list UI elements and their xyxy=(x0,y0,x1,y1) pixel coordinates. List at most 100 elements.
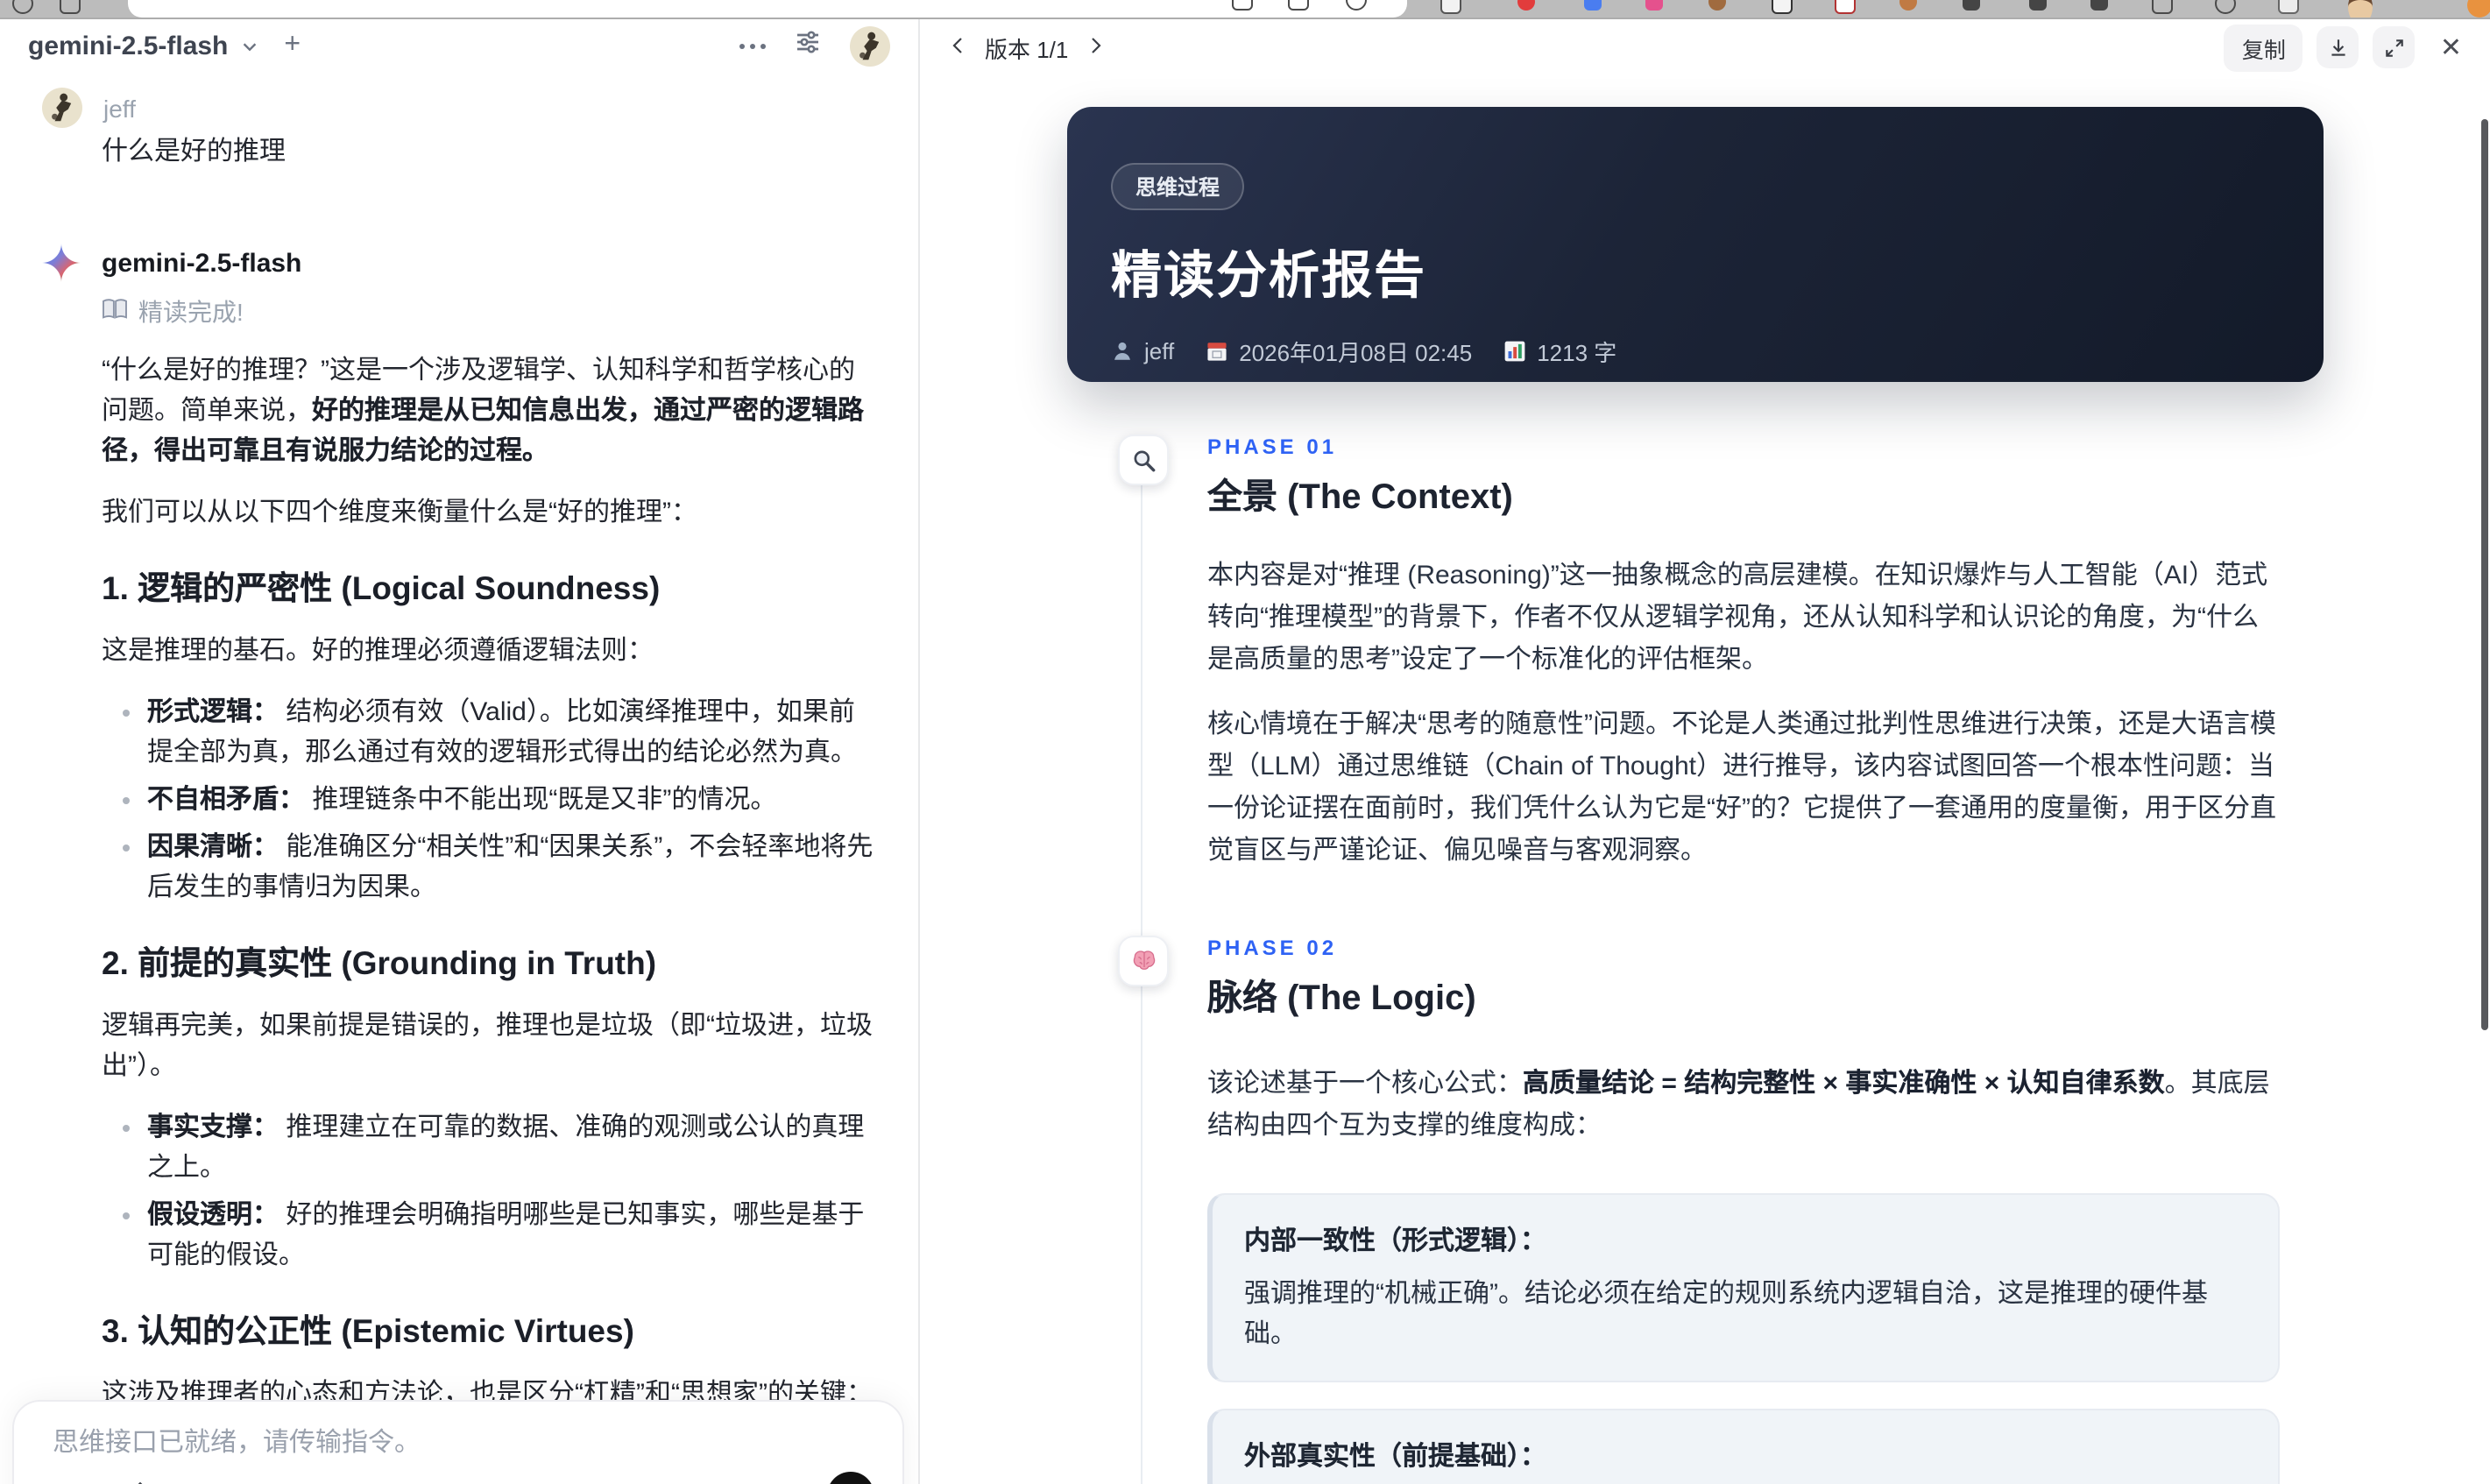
user-avatar[interactable] xyxy=(850,25,890,66)
paragraph: 这是推理的基石。好的推理必须遵循逻辑法则： xyxy=(102,636,654,666)
extension-icon[interactable] xyxy=(1772,0,1793,14)
card-title: 内部一致性（形式逻辑）： xyxy=(1244,1226,1547,1256)
list-item: 假设透明： 好的推理会明确指明哪些是已知事实，哪些是基于可能的假设。 xyxy=(102,1195,878,1276)
bullet-dot xyxy=(123,1125,130,1132)
assistant-status: 精读完成! xyxy=(102,294,918,329)
browser-profile-avatar[interactable] xyxy=(2348,0,2373,18)
app-window: gemini-2.5-flash + jeff 什么是好的推理 gemini-2… xyxy=(0,18,2490,1484)
extension-icon[interactable] xyxy=(2090,0,2108,11)
addressbar-bookmark-icon[interactable] xyxy=(1232,0,1253,11)
more-options-icon[interactable] xyxy=(739,43,766,48)
extension-icon[interactable] xyxy=(1645,0,1663,11)
report-meta: jeff 2026年01月08日 02:45 1213 字 xyxy=(1111,335,2280,368)
extension-icon[interactable] xyxy=(2029,0,2047,11)
report-badge: 思维过程 xyxy=(1111,163,1245,210)
phase-title: 全景 (The Context) xyxy=(1207,478,1513,517)
browser-address-bar[interactable] xyxy=(128,0,1407,18)
chevron-down-icon[interactable] xyxy=(240,36,259,55)
close-icon[interactable]: ✕ xyxy=(2430,32,2472,63)
card-body: 强调推理的“机械正确”。结论必须在给定的规则系统内逻辑自洽，这是推理的硬件基础。 xyxy=(1244,1279,2208,1349)
bullet-dot xyxy=(123,844,130,852)
paragraph: “什么是好的推理？”这是一个涉及逻辑学、认知科学和哲学核心的问题。简单来说，好的… xyxy=(102,350,878,471)
extension-icon[interactable] xyxy=(1835,0,1856,14)
addressbar-star-icon[interactable] xyxy=(1346,0,1367,11)
extension-icon[interactable] xyxy=(2467,0,2490,18)
bar-chart-icon xyxy=(1504,341,1525,362)
extension-icon[interactable] xyxy=(2215,0,2236,14)
message-input[interactable] xyxy=(49,1426,827,1459)
phase-title: 脉络 (The Logic) xyxy=(1207,979,1476,1018)
copy-button[interactable]: 复制 xyxy=(2224,24,2303,71)
addressbar-share-icon[interactable] xyxy=(1288,0,1309,11)
new-chat-button[interactable]: + xyxy=(284,31,301,60)
phase-paragraph: 本内容是对“推理 (Reasoning)”这一抽象概念的高层建模。在知识爆炸与人… xyxy=(1207,561,2268,675)
browser-reload-icon[interactable] xyxy=(12,0,33,14)
extension-icon[interactable] xyxy=(1963,0,1980,11)
paragraph: 逻辑再完美，如果前提是错误的，推理也是垃圾（即“垃圾进，垃圾出”）。 xyxy=(102,1011,873,1081)
formula-pre: 该论述基于一个核心公式： xyxy=(1207,1069,1524,1099)
report-title: 精读分析报告 xyxy=(1111,249,1427,305)
extension-icon[interactable] xyxy=(1899,0,1917,11)
extension-icon[interactable] xyxy=(1708,0,1726,11)
phase-label: PHASE 02 xyxy=(1207,936,1338,960)
bullet-dot xyxy=(123,710,130,717)
chat-title[interactable]: gemini-2.5-flash xyxy=(28,31,228,60)
extension-icon[interactable] xyxy=(1517,0,1535,11)
bullet-label: 形式逻辑： xyxy=(147,697,279,727)
model-settings-icon[interactable] xyxy=(794,27,822,64)
user-avatar xyxy=(42,88,82,128)
chat-panel: gemini-2.5-flash + jeff 什么是好的推理 gemini-2… xyxy=(0,18,920,1484)
section-heading: 3. 认知的公正性 (Epistemic Virtues) xyxy=(102,1312,634,1349)
bullet-label: 事实支撑： xyxy=(147,1113,279,1142)
artifact-panel: 版本 1/1 复制 ✕ 思维过程 精读分析报告 jeff 2026年01月08日… xyxy=(920,18,2490,1484)
chevron-left-icon[interactable] xyxy=(948,34,969,60)
expand-icon[interactable] xyxy=(2373,26,2416,68)
extension-icon[interactable] xyxy=(1440,0,1461,14)
chat-header: gemini-2.5-flash + xyxy=(0,18,918,74)
bullet-label: 假设透明： xyxy=(147,1200,279,1230)
calendar-icon xyxy=(1207,343,1227,361)
extension-icon[interactable] xyxy=(2152,0,2173,14)
extension-icon[interactable] xyxy=(1584,0,1602,11)
version-label: 版本 1/1 xyxy=(985,36,1069,62)
browser-toolbar xyxy=(0,0,2490,19)
phase-label: PHASE 01 xyxy=(1207,435,1338,459)
formula-bold: 高质量结论 = 结构完整性 × 事实准确性 × 认知自律系数 xyxy=(1523,1069,2165,1099)
phase-1-section: PHASE 01 全景 (The Context) 本内容是对“推理 (Reas… xyxy=(1118,435,2490,873)
section-heading: 2. 前提的真实性 (Grounding in Truth) xyxy=(102,944,657,981)
scrollbar-thumb[interactable] xyxy=(2481,119,2488,1030)
brain-icon xyxy=(1118,936,1169,986)
paragraph: 我们可以从以下四个维度来衡量什么是“好的推理”： xyxy=(102,498,697,527)
chat-message-list[interactable]: jeff 什么是好的推理 gemini-2.5-flash 精读完成! “什么是… xyxy=(0,74,918,1484)
list-item: 因果清晰： 能准确区分“相关性”和“因果关系”，不会轻率地将先后发生的事情归为因… xyxy=(102,827,878,908)
assistant-name: gemini-2.5-flash xyxy=(102,248,302,278)
assistant-message: gemini-2.5-flash 精读完成! “什么是好的推理？”这是一个涉及逻… xyxy=(42,244,918,1484)
bullet-label: 不自相矛盾： xyxy=(147,785,306,815)
open-book-icon xyxy=(102,298,128,326)
browser-grid-icon[interactable] xyxy=(60,0,81,14)
formula-paragraph: 该论述基于一个核心公式：高质量结论 = 结构完整性 × 事实准确性 × 认知自律… xyxy=(1207,1064,2280,1148)
chevron-right-icon[interactable] xyxy=(1084,34,1105,60)
assistant-message-body: “什么是好的推理？”这是一个涉及逻辑学、认知科学和哲学核心的问题。简单来说，好的… xyxy=(102,350,878,1484)
meta-author: jeff xyxy=(1111,338,1174,364)
dimension-card: 外部真实性（前提基础）： 强调推理的“经验校准”。解决“GIGO（垃圾进，垃圾出… xyxy=(1207,1409,2280,1484)
bullet-dot xyxy=(123,1212,130,1219)
meta-wordcount: 1213 字 xyxy=(1503,335,1616,368)
person-icon xyxy=(1114,342,1130,360)
phase-2-section: PHASE 02 脉络 (The Logic) 该论述基于一个核心公式：高质量结… xyxy=(1118,936,2490,1484)
bullet-text: 推理链条中不能出现“既是又非”的情况。 xyxy=(305,785,777,815)
bullet-dot xyxy=(123,797,130,804)
artifact-content[interactable]: 思维过程 精读分析报告 jeff 2026年01月08日 02:45 1213 … xyxy=(920,77,2490,1484)
screen: gemini-2.5-flash + jeff 什么是好的推理 gemini-2… xyxy=(0,0,2490,1484)
meta-author-text: jeff xyxy=(1144,338,1175,364)
phase-paragraph: 核心情境在于解决“思考的随意性”问题。不论是人类通过批判性思维进行决策，还是大语… xyxy=(1207,710,2276,866)
voice-input-button[interactable] xyxy=(827,1472,874,1484)
gemini-star-icon xyxy=(42,244,81,282)
extension-icon[interactable] xyxy=(2278,0,2299,14)
bullet-label: 因果清晰： xyxy=(147,832,279,862)
download-icon[interactable] xyxy=(2317,26,2359,68)
dimension-card: 内部一致性（形式逻辑）： 强调推理的“机械正确”。结论必须在给定的规则系统内逻辑… xyxy=(1207,1193,2280,1382)
user-message-text: 什么是好的推理 xyxy=(102,137,286,166)
artifact-header: 版本 1/1 复制 ✕ xyxy=(920,18,2490,77)
card-title: 外部真实性（前提基础）： xyxy=(1244,1442,1547,1472)
